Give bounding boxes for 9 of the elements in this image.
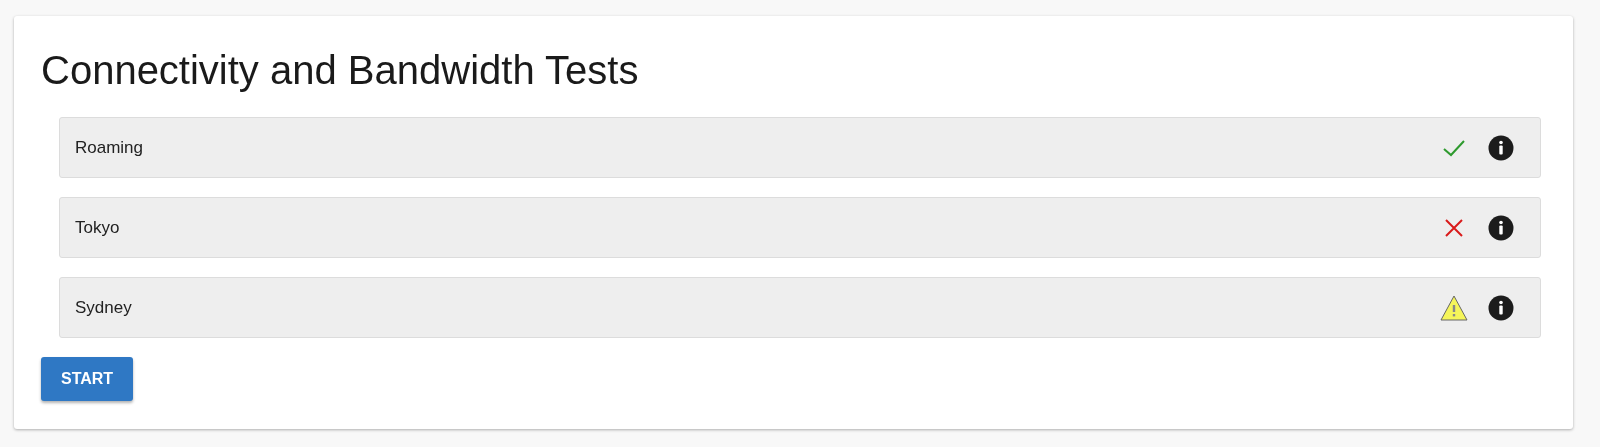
test-name: Tokyo (75, 217, 121, 238)
info-icon[interactable] (1488, 214, 1514, 241)
page-title: Connectivity and Bandwidth Tests (41, 47, 640, 94)
test-name: Roaming (75, 137, 145, 158)
info-icon[interactable] (1488, 294, 1514, 321)
start-button[interactable]: START (41, 357, 134, 401)
test-name: Sydney (75, 297, 133, 318)
info-icon[interactable] (1488, 134, 1514, 161)
warning-icon (1440, 293, 1468, 322)
